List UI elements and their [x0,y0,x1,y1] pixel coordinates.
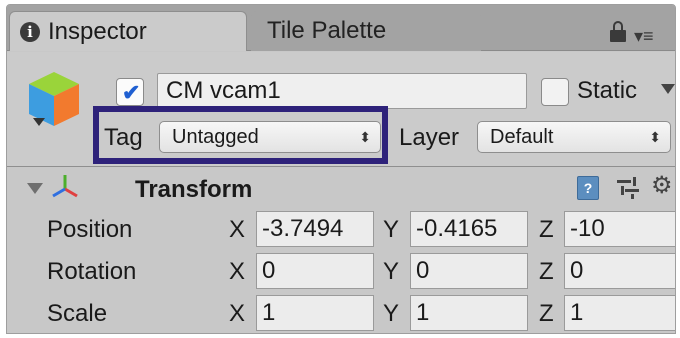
static-checkbox[interactable] [541,78,569,106]
transform-component-header[interactable]: Transform ? ⚙ [7,167,675,207]
scale-x-field[interactable]: 1 [256,295,374,331]
tab-tile-palette-label: Tile Palette [267,17,387,44]
tab-inspector[interactable]: i Inspector [9,11,247,51]
axis-x-label: X [229,300,246,327]
axis-y-label: Y [383,300,400,327]
axis-z-label: Z [539,216,554,243]
updown-arrows-icon: ⬍ [359,129,371,145]
gameobject-cube-icon [29,72,79,126]
tab-inspector-label: Inspector [48,18,147,45]
static-dropdown-arrow-icon[interactable] [661,84,675,94]
layer-dropdown[interactable]: Default ⬍ [477,121,671,153]
scale-y-field[interactable]: 1 [410,295,528,331]
rotation-label: Rotation [47,258,137,285]
rotation-z-field[interactable]: 0 [564,253,675,289]
tag-dropdown[interactable]: Untagged ⬍ [159,121,381,153]
foldout-arrow-icon[interactable] [27,183,43,194]
layer-label: Layer [399,124,460,151]
tag-dropdown-value: Untagged [172,126,259,148]
menu-icon[interactable]: ▾≡ [634,27,660,45]
preset-sliders-icon[interactable] [617,177,639,199]
position-y-field[interactable]: -0.4165 [410,211,528,247]
scale-z-field[interactable]: 1 [564,295,675,331]
axis-y-label: Y [383,216,400,243]
rotation-y-field[interactable]: 0 [410,253,528,289]
axis-y-label: Y [383,258,400,285]
rotation-x-field[interactable]: 0 [256,253,374,289]
info-icon: i [20,22,40,42]
transform-axis-icon [52,175,78,198]
axis-z-label: Z [539,300,554,327]
scale-label: Scale [47,300,108,327]
position-row: Position X -3.7494 Y -0.4165 Z -10 [7,211,675,251]
scale-row: Scale X 1 Y 1 Z 1 [7,295,675,333]
static-label: Static [577,77,638,104]
position-label: Position [47,216,133,243]
transform-title: Transform [135,176,253,203]
axis-x-label: X [229,216,246,243]
lock-icon[interactable] [610,21,626,42]
active-checkbox[interactable]: ✔ [116,78,144,106]
gear-icon[interactable]: ⚙ [651,172,673,200]
rotation-row: Rotation X 0 Y 0 Z 0 [7,253,675,293]
updown-arrows-icon: ⬍ [649,129,661,145]
axis-x-label: X [229,258,246,285]
tab-bar: i Inspector Tile Palette ▾≡ [7,5,675,51]
position-z-field[interactable]: -10 [564,211,675,247]
layer-dropdown-value: Default [490,126,554,148]
object-header: ✔ CM vcam1 Static Tag Untagged ⬍ Layer D… [7,52,675,166]
checkmark-icon: ✔ [122,80,141,105]
tab-tile-palette[interactable]: Tile Palette [251,11,481,51]
object-name-field[interactable]: CM vcam1 [157,73,527,109]
position-x-field[interactable]: -3.7494 [256,211,374,247]
inspector-window: i Inspector Tile Palette ▾≡ ✔ CM vcam1 St… [6,4,676,334]
axis-z-label: Z [539,258,554,285]
help-book-icon[interactable]: ? [577,176,599,200]
tag-label: Tag [104,124,143,151]
